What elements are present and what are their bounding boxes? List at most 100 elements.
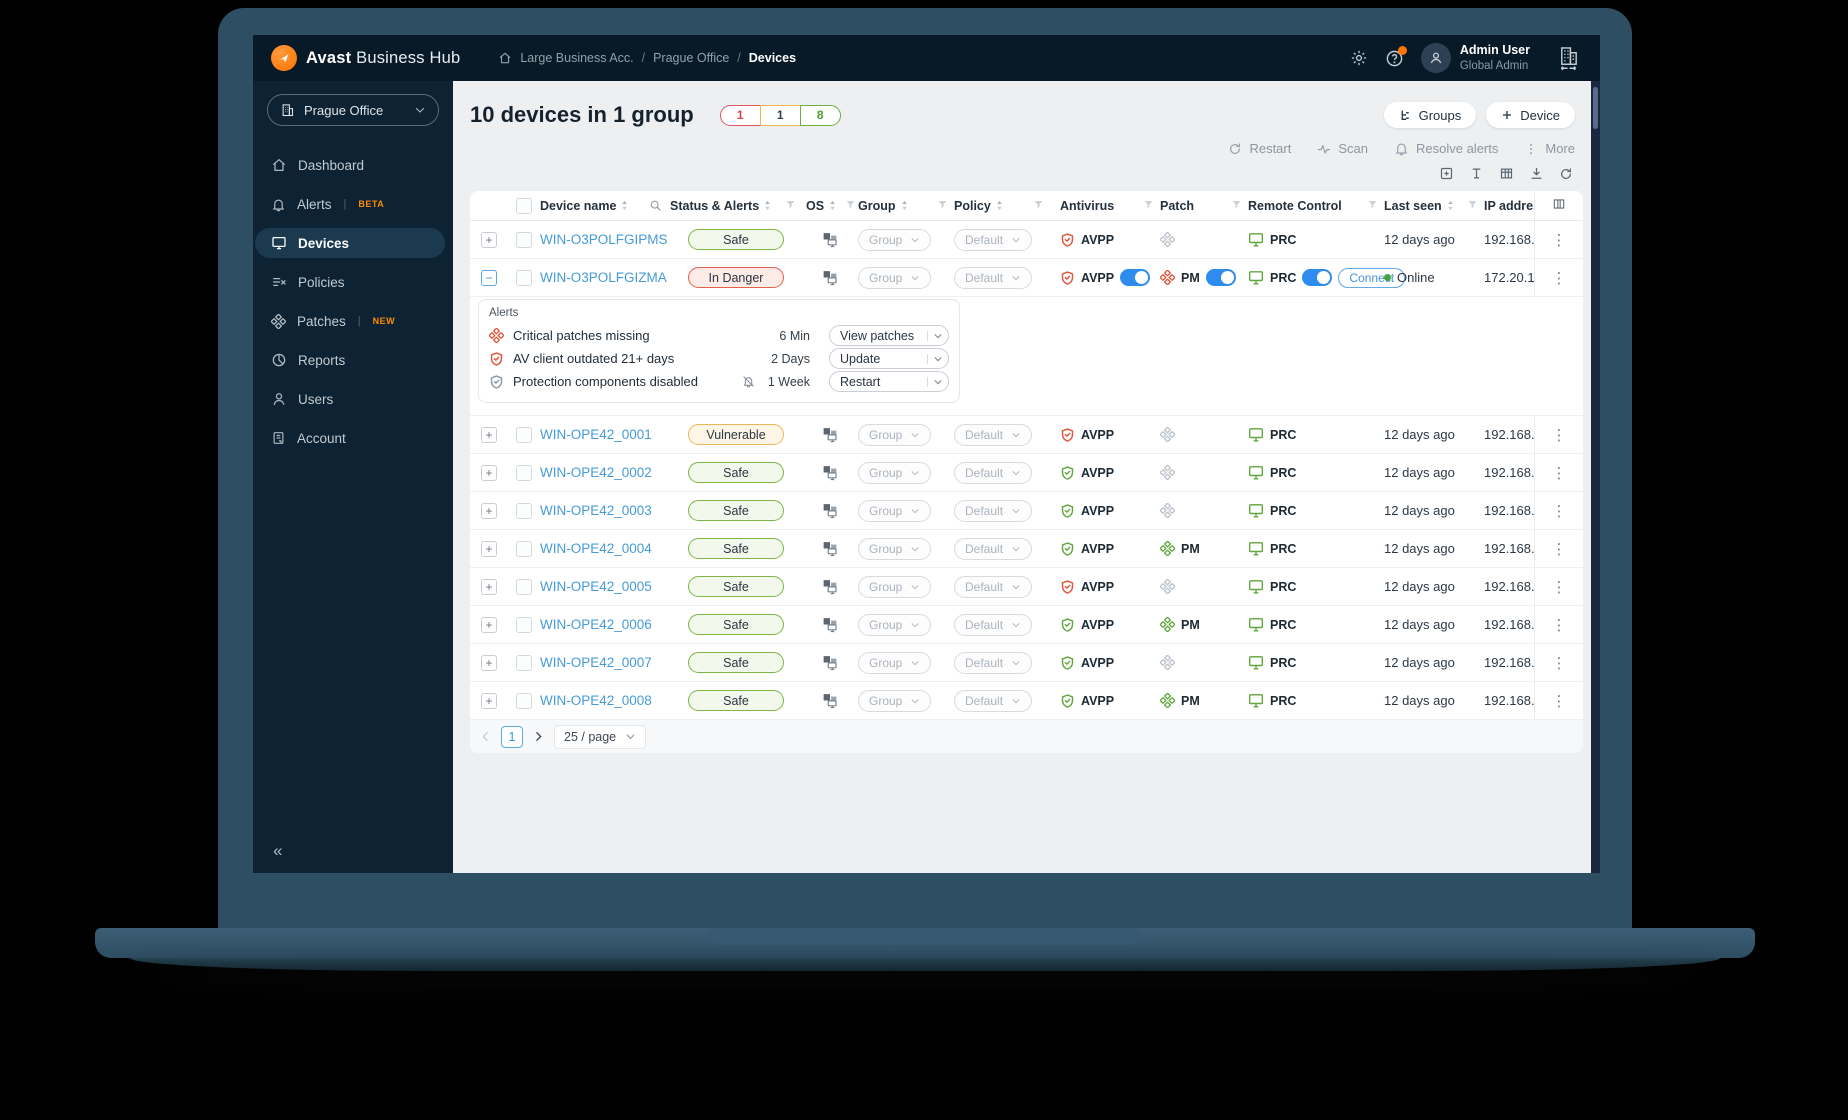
add-device-button[interactable]: Device [1486,102,1575,128]
sort-icon[interactable] [763,199,772,212]
sort-icon[interactable] [995,199,1004,212]
alert-action-button[interactable]: View patches [829,325,949,346]
row-checkbox[interactable] [516,692,532,709]
groups-button[interactable]: Groups [1383,102,1477,128]
expand-row-button[interactable]: + [481,502,497,519]
policy-dropdown[interactable]: Default [954,651,1033,674]
expand-row-button[interactable]: + [481,578,497,595]
expand-row-button[interactable]: + [481,692,497,709]
col-antivirus[interactable]: Antivirus [1060,199,1114,213]
row-menu-icon[interactable]: ⋮ [1552,464,1567,482]
antivirus-toggle[interactable] [1120,269,1151,286]
filter-icon[interactable] [1367,199,1378,213]
home-breadcrumb-icon[interactable] [498,51,512,65]
text-width-icon[interactable] [1469,166,1484,181]
group-dropdown[interactable]: Group [858,266,932,289]
group-dropdown[interactable]: Group [858,651,932,674]
group-dropdown[interactable]: Group [858,423,932,446]
user-menu[interactable]: Admin User Global Admin [1420,43,1530,73]
chevron-down-icon[interactable] [927,353,948,364]
device-name-link[interactable]: WIN-OPE42_0002 [540,465,652,480]
patch-toggle[interactable] [1205,269,1236,286]
group-dropdown[interactable]: Group [858,228,932,251]
prev-page-icon[interactable] [479,730,492,743]
row-checkbox[interactable] [516,616,532,633]
device-name-link[interactable]: WIN-OPE42_0007 [540,655,652,670]
expand-row-button[interactable]: + [481,654,497,671]
device-name-link[interactable]: WIN-O3POLFGIPMS [540,232,668,247]
row-checkbox[interactable] [516,426,532,443]
sort-icon[interactable] [900,199,909,212]
policy-dropdown[interactable]: Default [954,228,1033,251]
sidebar-item-dashboard[interactable]: Dashboard [255,150,445,180]
expand-row-button[interactable]: + [481,616,497,633]
collapse-row-button[interactable]: − [481,269,497,286]
row-checkbox[interactable] [516,540,532,557]
filter-icon[interactable] [937,199,948,213]
row-menu-icon[interactable]: ⋮ [1552,692,1567,710]
sidebar-item-devices[interactable]: Devices [255,228,445,258]
resolve-alerts-button[interactable]: Resolve alerts [1394,141,1498,156]
policy-dropdown[interactable]: Default [954,423,1033,446]
group-dropdown[interactable]: Group [858,689,932,712]
group-dropdown[interactable]: Group [858,537,932,560]
page-size-select[interactable]: 25 / page [554,724,647,749]
alert-action-button[interactable]: Update [829,348,949,369]
breadcrumb-item[interactable]: Large Business Acc. [520,51,633,65]
filter-icon[interactable] [1033,199,1044,213]
col-os[interactable]: OS [806,199,824,213]
grid-icon[interactable] [1499,166,1514,181]
policy-dropdown[interactable]: Default [954,499,1033,522]
sidebar-item-reports[interactable]: Reports [255,345,445,375]
remote-control-toggle[interactable] [1302,269,1333,286]
sidebar-item-account[interactable]: Account [255,423,445,453]
device-name-link[interactable]: WIN-OPE42_0004 [540,541,652,556]
row-checkbox[interactable] [516,231,532,248]
scrollbar[interactable] [1591,81,1600,873]
more-button[interactable]: More [1524,141,1575,156]
next-page-icon[interactable] [532,730,545,743]
row-menu-icon[interactable]: ⋮ [1552,540,1567,558]
chevron-down-icon[interactable] [927,376,948,387]
row-menu-icon[interactable]: ⋮ [1552,231,1567,249]
col-remote-control[interactable]: Remote Control [1248,199,1342,213]
expand-all-icon[interactable] [1439,166,1454,181]
page-number[interactable]: 1 [501,725,523,748]
col-patch[interactable]: Patch [1160,199,1194,213]
group-dropdown[interactable]: Group [858,461,932,484]
refresh-icon[interactable] [1559,167,1573,181]
column-settings-icon[interactable] [1552,197,1566,214]
filter-icon[interactable] [845,199,856,213]
device-name-link[interactable]: WIN-O3POLFGIZMA [540,270,667,285]
sidebar-item-policies[interactable]: Policies [255,267,445,297]
filter-icon[interactable] [1231,199,1242,213]
col-ip-address[interactable]: IP address [1484,199,1534,213]
restart-button[interactable]: Restart [1228,141,1291,156]
expand-row-button[interactable]: + [481,540,497,557]
row-menu-icon[interactable]: ⋮ [1552,654,1567,672]
col-last-seen[interactable]: Last seen [1384,199,1442,213]
row-checkbox[interactable] [516,654,532,671]
breadcrumb-item[interactable]: Prague Office [653,51,729,65]
row-checkbox[interactable] [516,502,532,519]
filter-icon[interactable] [1143,199,1154,213]
device-name-link[interactable]: WIN-OPE42_0006 [540,617,652,632]
alert-action-button[interactable]: Restart [829,371,949,392]
device-name-link[interactable]: WIN-OPE42_0008 [540,693,652,708]
row-checkbox[interactable] [516,464,532,481]
scrollbar-thumb[interactable] [1593,87,1598,129]
sort-icon[interactable] [828,199,837,212]
policy-dropdown[interactable]: Default [954,266,1033,289]
group-dropdown[interactable]: Group [858,613,932,636]
site-selector[interactable]: Prague Office [267,94,439,126]
row-checkbox[interactable] [516,269,532,286]
row-menu-icon[interactable]: ⋮ [1552,616,1567,634]
policy-dropdown[interactable]: Default [954,461,1033,484]
settings-gear-icon[interactable] [1350,49,1368,67]
col-policy[interactable]: Policy [954,199,991,213]
policy-dropdown[interactable]: Default [954,689,1033,712]
sort-icon[interactable] [1446,199,1455,212]
org-switcher-icon[interactable] [1557,46,1580,71]
row-menu-icon[interactable]: ⋮ [1552,578,1567,596]
filter-icon[interactable] [1467,199,1478,213]
